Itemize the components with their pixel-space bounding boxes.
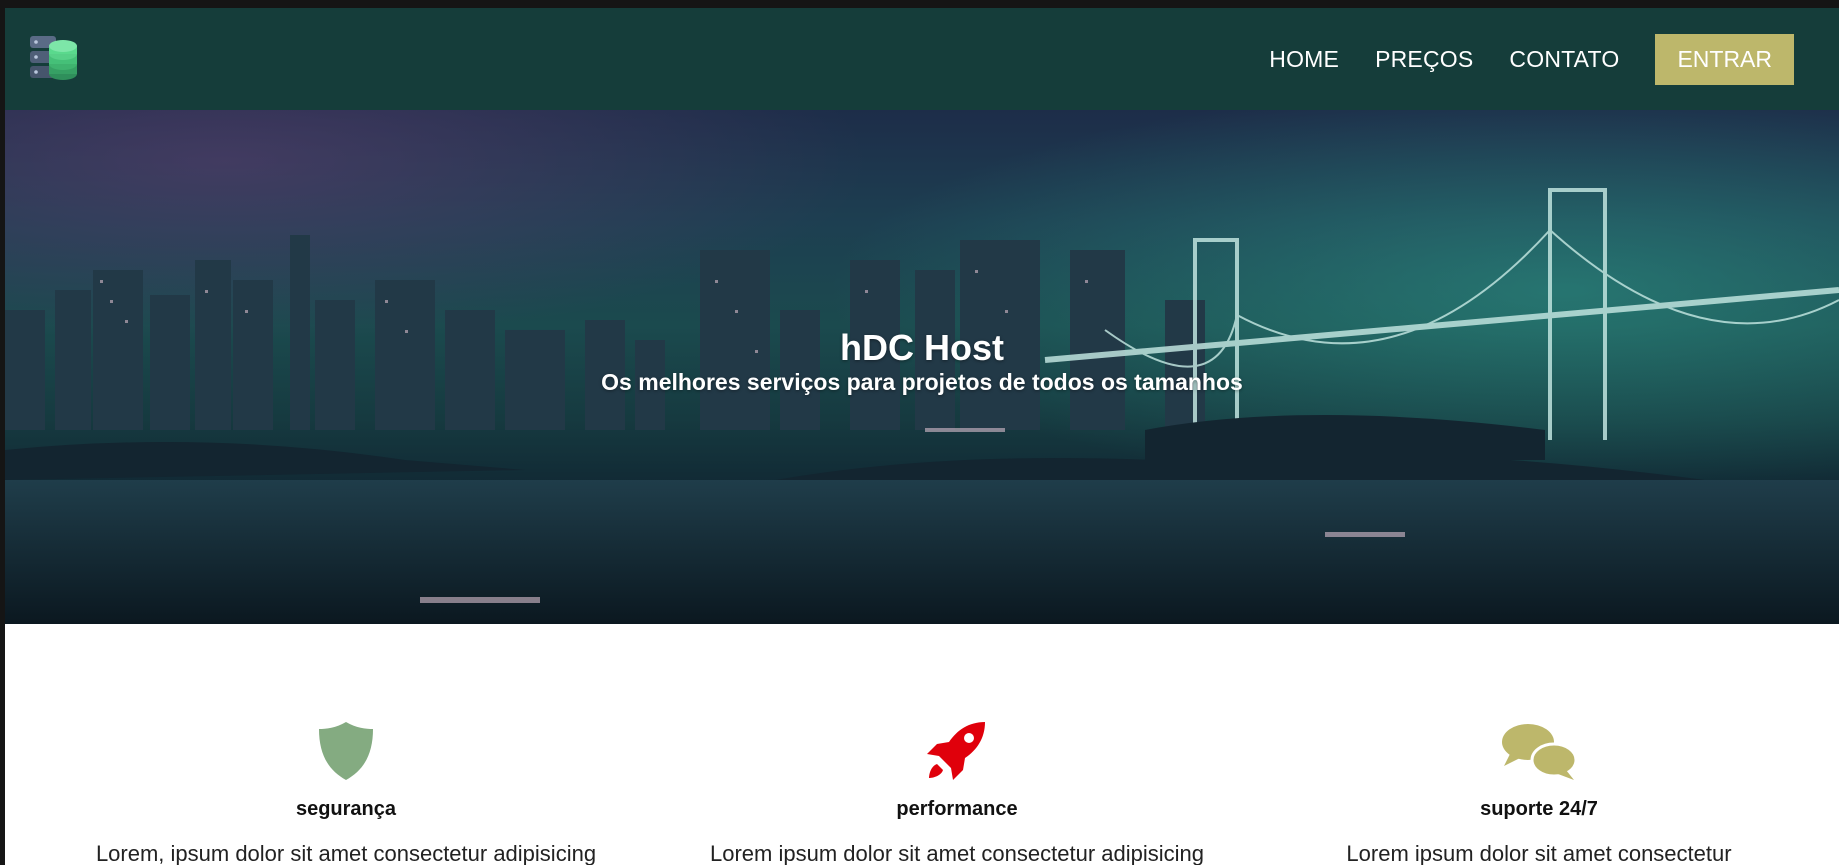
shield-icon [66,719,626,783]
navbar: HOME PREÇOS CONTATO ENTRAR [5,8,1839,110]
hero-banner: hDC Host Os melhores serviços para proje… [5,110,1839,624]
login-button[interactable]: ENTRAR [1655,33,1794,85]
feature-text: Lorem ipsum dolor sit amet consectetur [1346,841,1732,865]
feature-card-security: segurança Lorem, ipsum dolor sit amet co… [66,719,626,865]
feature-card-performance: performance Lorem ipsum dolor sit amet c… [677,719,1237,865]
rocket-icon [677,719,1237,783]
chat-bubbles-icon [1259,719,1819,783]
nav-link-home[interactable]: HOME [1269,46,1339,73]
nav-link-contato[interactable]: CONTATO [1509,46,1619,73]
hero-title: hDC Host [840,327,1004,368]
hero-subtitle: Os melhores serviços para projetos de to… [601,369,1243,395]
feature-text: Lorem ipsum dolor sit amet consectetur a… [709,841,1204,865]
hero-text: hDC Host Os melhores serviços para proje… [5,328,1839,396]
window-top-edge [0,0,1839,8]
features-section: segurança Lorem, ipsum dolor sit amet co… [5,624,1839,865]
feature-title: segurança [295,798,397,820]
feature-text: Lorem, ipsum dolor sit amet consectetur … [95,841,597,865]
landing-page: HOME PREÇOS CONTATO ENTRAR hDC Host Os m… [0,0,1839,865]
feature-card-support: suporte 24/7 Lorem ipsum dolor sit amet … [1259,719,1819,865]
nav-links: HOME PREÇOS CONTATO ENTRAR [1269,8,1839,110]
feature-title: performance [896,798,1018,820]
window-left-edge [0,0,5,865]
database-server-icon[interactable] [28,32,80,84]
feature-title: suporte 24/7 [1480,798,1598,820]
nav-link-precos[interactable]: PREÇOS [1375,46,1473,73]
